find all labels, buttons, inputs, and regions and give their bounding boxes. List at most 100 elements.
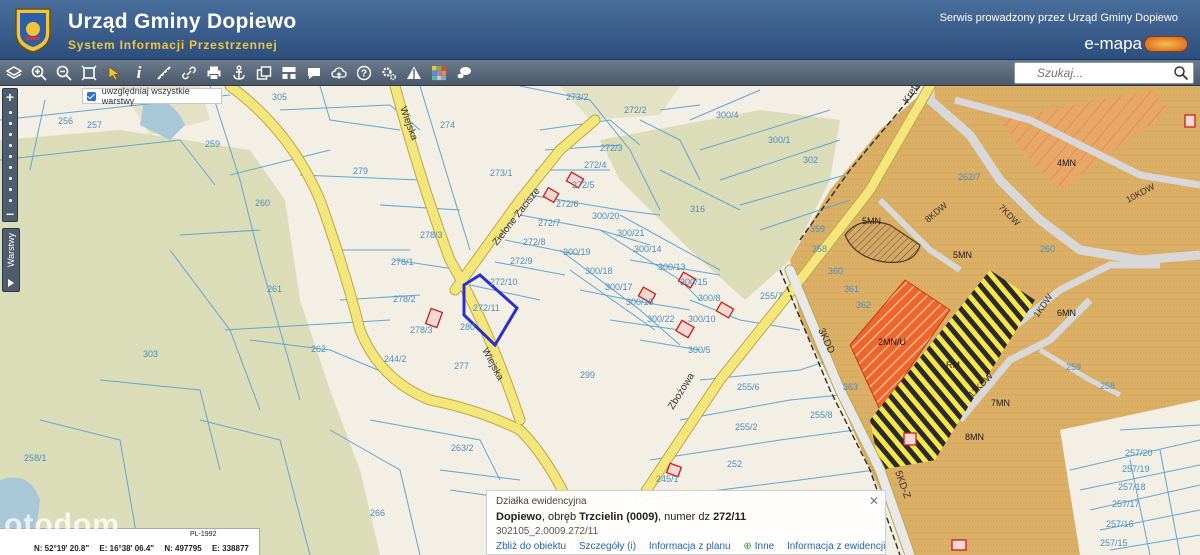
svg-text:300/8: 300/8	[698, 293, 721, 303]
svg-text:279: 279	[353, 166, 368, 176]
comment-icon[interactable]	[304, 63, 324, 83]
zoom-out-icon[interactable]	[54, 63, 74, 83]
zoom-to-object-link[interactable]: Zbliż do obiektu	[496, 541, 566, 552]
zoom-step[interactable]	[9, 188, 12, 191]
svg-text:258/1: 258/1	[24, 453, 47, 463]
info-panel-heading: Działka ewidencyjna	[496, 496, 587, 507]
palette-icon[interactable]	[429, 63, 449, 83]
parcel-description: Dopiewo, obręb Trzcielin (0009), numer d…	[496, 511, 746, 523]
svg-text:272/5: 272/5	[572, 180, 595, 190]
svg-text:?: ?	[361, 69, 367, 80]
info-icon[interactable]: i	[129, 63, 149, 83]
svg-text:300/21: 300/21	[617, 228, 645, 238]
svg-text:260: 260	[255, 198, 270, 208]
svg-text:8MN: 8MN	[965, 432, 984, 442]
measure-icon[interactable]	[154, 63, 174, 83]
svg-text:277: 277	[454, 361, 469, 371]
emapa-logo-icon[interactable]	[1144, 36, 1188, 52]
other-link[interactable]: Inne	[755, 541, 774, 552]
zoom-slider[interactable]: + –	[2, 88, 18, 222]
svg-text:272/10: 272/10	[490, 277, 518, 287]
zoom-step[interactable]	[9, 133, 12, 136]
svg-text:256: 256	[58, 116, 73, 126]
zoom-step[interactable]	[9, 155, 12, 158]
copy-icon[interactable]	[254, 63, 274, 83]
watermark: otodom	[4, 508, 120, 541]
link-icon[interactable]	[179, 63, 199, 83]
svg-text:300/18: 300/18	[585, 266, 613, 276]
svg-text:363: 363	[843, 382, 858, 392]
svg-text:5MN: 5MN	[862, 216, 881, 226]
close-icon[interactable]: ✕	[869, 494, 879, 508]
parcel-info-panel: Działka ewidencyjna Dopiewo, obręb Trzci…	[486, 490, 886, 555]
svg-text:4MN: 4MN	[1057, 158, 1076, 168]
svg-text:272/6: 272/6	[556, 199, 579, 209]
zoom-extent-icon[interactable]	[79, 63, 99, 83]
anchor-icon[interactable]	[229, 63, 249, 83]
svg-text:272/9: 272/9	[510, 256, 533, 266]
svg-text:258: 258	[1100, 381, 1115, 391]
map-svg[interactable]: 305 256 257 259 274 273/2 272/2 300/4 300/1 30…	[0, 86, 1200, 555]
search-field[interactable]	[1014, 62, 1194, 84]
svg-text:278/1: 278/1	[391, 257, 414, 267]
layers-tab-label: Warstwy	[6, 232, 16, 267]
zoom-step[interactable]	[9, 122, 12, 125]
plus-icon[interactable]: ⊕	[743, 541, 751, 552]
svg-text:263/2: 263/2	[451, 443, 474, 453]
registry-info-link[interactable]: Informacja z ewidencji	[787, 541, 885, 552]
search-input[interactable]	[1015, 63, 1165, 83]
svg-text:RM: RM	[946, 360, 960, 370]
svg-text:359: 359	[810, 224, 825, 234]
svg-text:362: 362	[856, 300, 871, 310]
zoom-step[interactable]	[9, 166, 12, 169]
map-toolbar: i ?	[0, 60, 1200, 86]
service-provider-text: Serwis prowadzony przez Urząd Gminy Dopi…	[939, 12, 1178, 24]
map-canvas[interactable]: 305 256 257 259 274 273/2 272/2 300/4 300/1 30…	[0, 86, 1200, 555]
upload-icon[interactable]	[329, 63, 349, 83]
grid-icon[interactable]	[279, 63, 299, 83]
details-link[interactable]: Szczegóły (i)	[579, 541, 636, 552]
parcel-id: 302105_2.0009.272/11	[496, 526, 599, 537]
triangle-icon[interactable]	[404, 63, 424, 83]
settings-icon[interactable]	[379, 63, 399, 83]
emapa-brand[interactable]: e-mapa	[1084, 34, 1142, 54]
zoom-step[interactable]	[9, 199, 12, 202]
all-layers-checkbox[interactable]: uwzględniaj wszystkie warstwy	[82, 86, 222, 106]
app-subtitle: System Informacji Przestrzennej	[68, 38, 278, 52]
app-header: Urząd Gminy Dopiewo System Informacji Pr…	[0, 0, 1200, 60]
chat-icon[interactable]	[454, 63, 474, 83]
zoom-minus-icon[interactable]: –	[3, 206, 17, 220]
svg-text:255/2: 255/2	[735, 422, 758, 432]
zoom-step[interactable]	[9, 177, 12, 180]
select-icon[interactable]	[104, 63, 124, 83]
svg-text:257/20: 257/20	[1125, 448, 1153, 458]
app-title: Urząd Gminy Dopiewo	[68, 10, 297, 33]
zoom-in-icon[interactable]	[29, 63, 49, 83]
zoom-step[interactable]	[9, 144, 12, 147]
latitude: N: 52°19' 20.8"	[34, 544, 90, 553]
svg-text:262: 262	[311, 344, 326, 354]
layers-icon[interactable]	[4, 63, 24, 83]
svg-text:280: 280	[460, 322, 475, 332]
layers-side-tab[interactable]: Warstwy	[2, 228, 20, 292]
svg-text:257/18: 257/18	[1118, 482, 1146, 492]
svg-text:300/17: 300/17	[605, 282, 633, 292]
help-icon[interactable]: ?	[354, 63, 374, 83]
search-icon[interactable]	[1173, 65, 1189, 81]
svg-text:273/2: 273/2	[566, 92, 589, 102]
checkbox-checked-icon[interactable]	[87, 91, 96, 101]
print-icon[interactable]	[204, 63, 224, 83]
zoom-step[interactable]	[9, 111, 12, 114]
plan-info-link[interactable]: Informacja z planu	[649, 541, 731, 552]
easting: E: 338877	[211, 544, 249, 553]
svg-text:7MN: 7MN	[991, 398, 1010, 408]
svg-text:360: 360	[828, 266, 843, 276]
svg-text:266: 266	[370, 508, 385, 518]
numer-label: , numer dz	[658, 511, 714, 523]
svg-text:300/15: 300/15	[680, 277, 708, 287]
svg-text:272/2: 272/2	[624, 105, 647, 115]
svg-text:257/19: 257/19	[1122, 464, 1150, 474]
coordinate-system[interactable]: PL-1992	[190, 531, 216, 538]
zoom-plus-icon[interactable]: +	[3, 90, 17, 104]
svg-text:6MN: 6MN	[1057, 308, 1076, 318]
